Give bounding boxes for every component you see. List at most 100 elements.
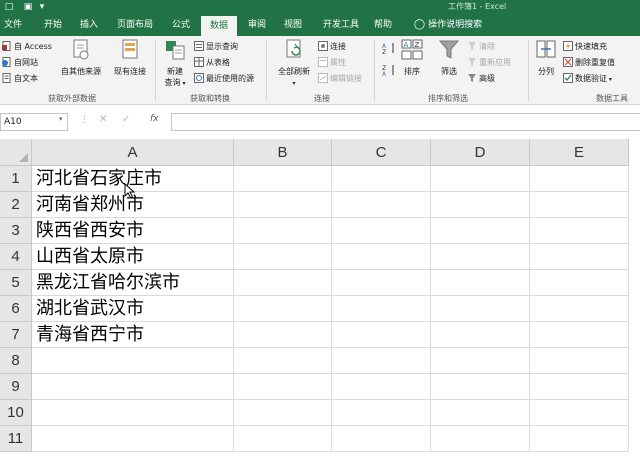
- tab-view[interactable]: 视图: [276, 14, 310, 36]
- cell-c8[interactable]: [332, 348, 431, 374]
- cell-c11[interactable]: [332, 426, 431, 452]
- tab-review[interactable]: 审阅: [240, 14, 274, 36]
- cell-b1[interactable]: [234, 166, 332, 192]
- cell-b7[interactable]: [234, 322, 332, 348]
- row-header-9[interactable]: 9: [0, 374, 32, 400]
- advanced-filter-button[interactable]: 高级: [467, 73, 495, 85]
- tab-home[interactable]: 开始: [36, 14, 70, 36]
- filter-button[interactable]: 筛选: [436, 39, 462, 77]
- remove-duplicates-button[interactable]: 删除重复值: [563, 57, 615, 69]
- cell-d4[interactable]: [431, 244, 530, 270]
- from-access-button[interactable]: 自 Access: [2, 41, 52, 53]
- save-icon[interactable]: □: [3, 1, 15, 13]
- cell-c7[interactable]: [332, 322, 431, 348]
- insert-function-button[interactable]: fx: [150, 114, 159, 124]
- cell-e11[interactable]: [530, 426, 629, 452]
- cell-b11[interactable]: [234, 426, 332, 452]
- refresh-all-button[interactable]: 全部刷新 ▾: [274, 39, 314, 89]
- cell-d7[interactable]: [431, 322, 530, 348]
- column-header-c[interactable]: C: [332, 139, 431, 166]
- row-header-1[interactable]: 1: [0, 166, 32, 192]
- cell-e1[interactable]: [530, 166, 629, 192]
- sort-descending-button[interactable]: ZA: [382, 64, 398, 78]
- row-header-10[interactable]: 10: [0, 400, 32, 426]
- cell-e6[interactable]: [530, 296, 629, 322]
- tab-data[interactable]: 数据: [201, 16, 237, 36]
- quick-access-dropdown-icon[interactable]: ▾: [36, 1, 48, 13]
- existing-connections-button[interactable]: 现有连接: [110, 39, 150, 77]
- new-query-button[interactable]: 新建 查询 ▾: [160, 39, 190, 89]
- cell-a6[interactable]: 湖北省武汉市: [32, 296, 234, 322]
- cell-a8[interactable]: [32, 348, 234, 374]
- connections-button[interactable]: 连接: [318, 41, 346, 53]
- reapply-button[interactable]: 重新应用: [467, 57, 511, 69]
- clear-filter-button[interactable]: 清除: [467, 41, 495, 53]
- row-header-3[interactable]: 3: [0, 218, 32, 244]
- cell-c1[interactable]: [332, 166, 431, 192]
- cell-e9[interactable]: [530, 374, 629, 400]
- row-header-2[interactable]: 2: [0, 192, 32, 218]
- cell-c10[interactable]: [332, 400, 431, 426]
- tab-developer[interactable]: 开发工具: [314, 14, 368, 36]
- name-box-dropdown-icon[interactable]: ▾: [59, 115, 63, 123]
- cell-b3[interactable]: [234, 218, 332, 244]
- from-text-button[interactable]: 自文本: [2, 73, 38, 85]
- enter-check-icon[interactable]: ✓: [122, 114, 130, 125]
- cell-d1[interactable]: [431, 166, 530, 192]
- cell-e3[interactable]: [530, 218, 629, 244]
- formula-input[interactable]: [171, 113, 640, 131]
- cell-d6[interactable]: [431, 296, 530, 322]
- cell-b10[interactable]: [234, 400, 332, 426]
- data-validation-button[interactable]: 数据验证 ▾: [563, 73, 612, 85]
- row-header-6[interactable]: 6: [0, 296, 32, 322]
- sort-button[interactable]: A Z 排序: [400, 39, 424, 77]
- name-box[interactable]: A10: [0, 113, 68, 131]
- recent-sources-button[interactable]: 最近使用的源: [194, 73, 254, 85]
- from-web-button[interactable]: 自网站: [2, 57, 38, 69]
- cell-b5[interactable]: [234, 270, 332, 296]
- column-header-a[interactable]: A: [32, 139, 234, 166]
- from-table-button[interactable]: 从表格: [194, 57, 230, 69]
- cell-b2[interactable]: [234, 192, 332, 218]
- cell-a4[interactable]: 山西省太原市: [32, 244, 234, 270]
- column-header-b[interactable]: B: [234, 139, 332, 166]
- cell-b8[interactable]: [234, 348, 332, 374]
- cell-d8[interactable]: [431, 348, 530, 374]
- sort-ascending-button[interactable]: AZ: [382, 42, 398, 56]
- cell-a7[interactable]: 青海省西宁市: [32, 322, 234, 348]
- properties-button[interactable]: 属性: [318, 57, 346, 69]
- text-to-columns-button[interactable]: 分列: [533, 39, 559, 77]
- cell-d2[interactable]: [431, 192, 530, 218]
- cell-d11[interactable]: [431, 426, 530, 452]
- select-all-button[interactable]: [0, 139, 32, 166]
- cell-e5[interactable]: [530, 270, 629, 296]
- from-other-sources-button[interactable]: 自其他来源: [58, 39, 104, 77]
- cell-c4[interactable]: [332, 244, 431, 270]
- tab-file[interactable]: 文件: [0, 14, 26, 36]
- cell-d10[interactable]: [431, 400, 530, 426]
- tab-formulas[interactable]: 公式: [164, 14, 198, 36]
- show-queries-button[interactable]: 显示查询: [194, 41, 238, 53]
- quick-access-icon[interactable]: ▣: [22, 1, 34, 13]
- cell-b6[interactable]: [234, 296, 332, 322]
- cell-a9[interactable]: [32, 374, 234, 400]
- tab-insert[interactable]: 插入: [72, 14, 106, 36]
- edit-links-button[interactable]: 编辑链接: [318, 73, 362, 85]
- cell-c2[interactable]: [332, 192, 431, 218]
- cell-e8[interactable]: [530, 348, 629, 374]
- cell-e7[interactable]: [530, 322, 629, 348]
- cell-c6[interactable]: [332, 296, 431, 322]
- cell-e2[interactable]: [530, 192, 629, 218]
- tell-me-search[interactable]: ◯ 操作说明搜索: [406, 14, 490, 36]
- row-header-7[interactable]: 7: [0, 322, 32, 348]
- cell-e4[interactable]: [530, 244, 629, 270]
- cell-c3[interactable]: [332, 218, 431, 244]
- flash-fill-button[interactable]: 快速填充: [563, 41, 607, 53]
- tab-page-layout[interactable]: 页面布局: [110, 14, 160, 36]
- cell-d3[interactable]: [431, 218, 530, 244]
- row-header-8[interactable]: 8: [0, 348, 32, 374]
- cell-e10[interactable]: [530, 400, 629, 426]
- row-header-5[interactable]: 5: [0, 270, 32, 296]
- cell-c5[interactable]: [332, 270, 431, 296]
- cell-d5[interactable]: [431, 270, 530, 296]
